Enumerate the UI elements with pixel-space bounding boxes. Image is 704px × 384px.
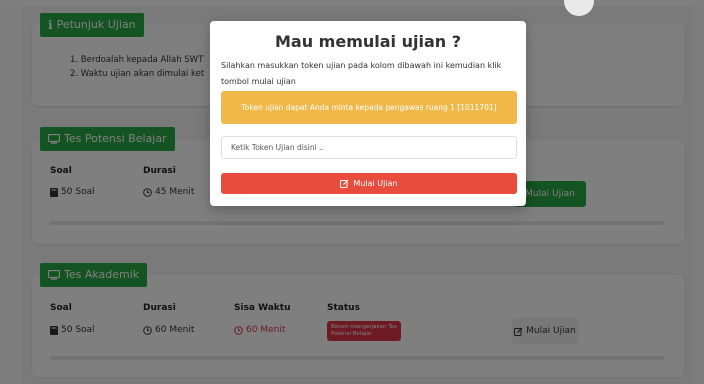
edit-icon: [340, 179, 349, 188]
modal-title: Mau memulai ujian ?: [275, 32, 461, 51]
token-alert: Token ujian dapat Anda minta kepada peng…: [221, 91, 517, 124]
modal-description: Silahkan masukkan token ujian pada kolom…: [221, 61, 502, 86]
token-input[interactable]: [221, 136, 517, 159]
mulai-ujian-button[interactable]: Mulai Ujian: [221, 173, 517, 194]
start-exam-modal: Mau memulai ujian ? Silahkan masukkan to…: [210, 21, 526, 206]
mulai-ujian-label: Mulai Ujian: [353, 179, 398, 188]
